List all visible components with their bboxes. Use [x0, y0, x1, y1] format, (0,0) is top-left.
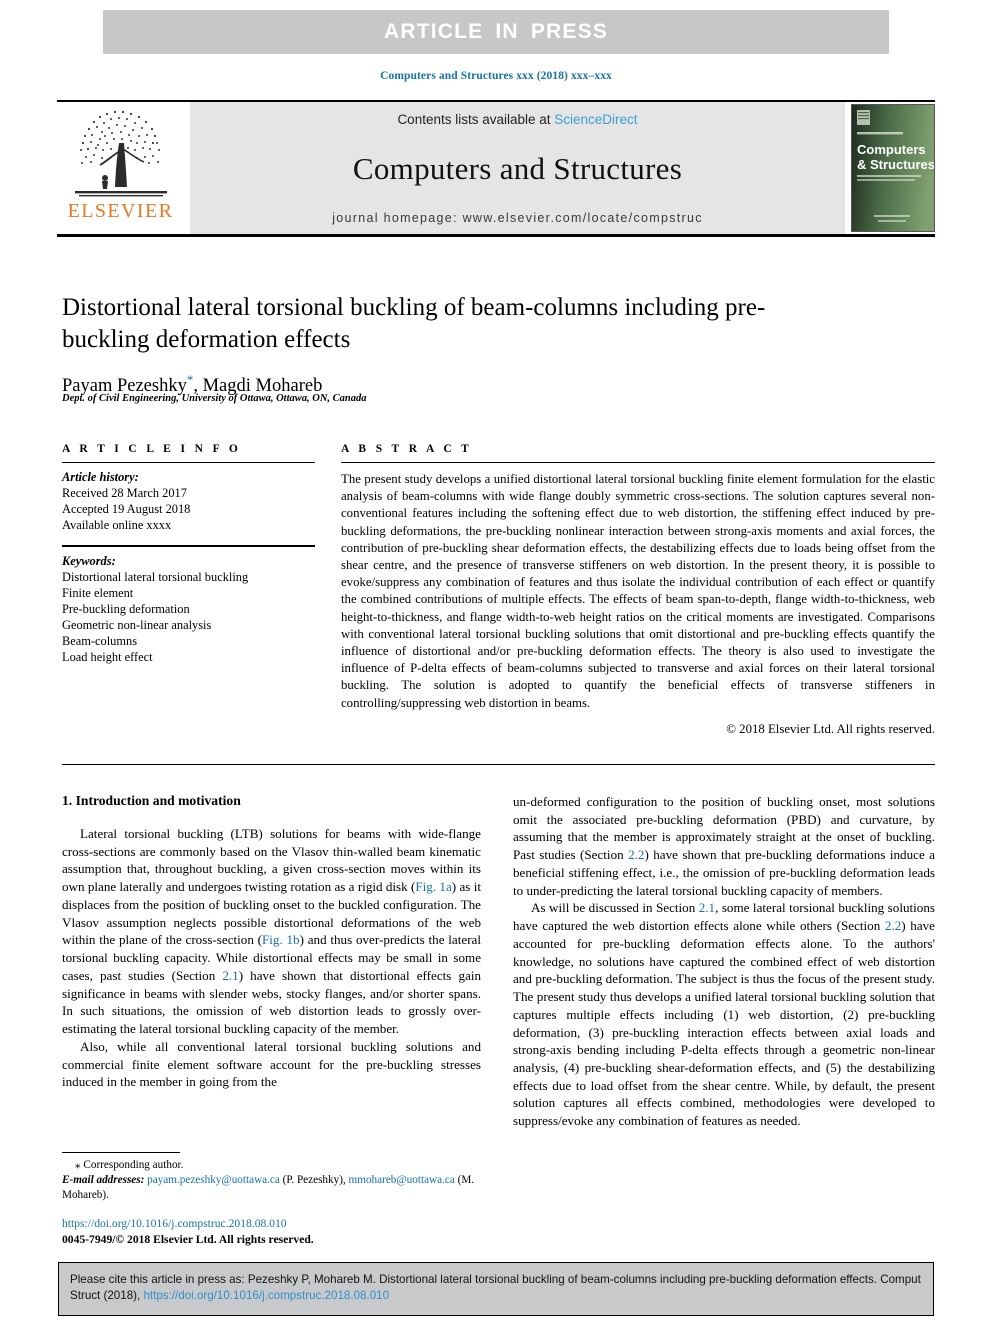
section-2-1-link[interactable]: 2.1 — [222, 968, 238, 983]
journal-cover-thumbnail: Computers & Structures — [851, 104, 935, 232]
intro-paragraph-4: As will be discussed in Section 2.1, som… — [513, 899, 935, 1130]
figure-1b-link[interactable]: Fig. 1b — [262, 932, 300, 947]
intro-p4-part-a: As will be discussed in Section — [531, 900, 699, 916]
keywords-label: Keywords: — [62, 553, 116, 568]
running-head: Computers and Structures xxx (2018) xxx–… — [380, 70, 612, 82]
keyword-item: Geometric non-linear analysis — [62, 618, 212, 632]
figure-1a-link[interactable]: Fig. 1a — [415, 879, 451, 894]
body-column-left: 1. Introduction and motivation Lateral t… — [62, 793, 481, 1091]
page-title: Distortional lateral torsional buckling … — [62, 294, 766, 353]
elsevier-tree-icon — [74, 110, 167, 197]
intro-paragraph-2: Also, while all conventional lateral tor… — [62, 1038, 481, 1090]
abstract-heading: A B S T R A C T — [341, 443, 473, 455]
cite-doi-link[interactable]: https://doi.org/10.1016/j.compstruc.2018… — [143, 1289, 389, 1302]
abstract-copyright: © 2018 Elsevier Ltd. All rights reserved… — [726, 721, 935, 736]
keywords-block: Keywords: Distortional lateral torsional… — [62, 553, 315, 666]
footnote-block: ⁎ Corresponding author. E-mail addresses… — [62, 1152, 481, 1203]
journal-title: Computers and Structures — [352, 151, 683, 186]
email-addresses-label: E-mail addresses: — [62, 1173, 145, 1186]
article-in-press-banner: ARTICLE IN PRESS — [103, 10, 889, 54]
svg-text:Computers: Computers — [857, 142, 926, 157]
keyword-item: Load height effect — [62, 650, 153, 665]
section-2-2-link[interactable]: 2.2 — [628, 847, 644, 862]
contents-available-line: Contents lists available at ScienceDirec… — [397, 112, 637, 127]
article-history-online: Available online xxxx — [62, 518, 172, 533]
keyword-item: Pre-buckling deformation — [62, 601, 190, 616]
article-info-divider-top — [62, 462, 315, 463]
elsevier-wordmark: ELSEVIER — [67, 200, 174, 222]
svg-text:& Structures: & Structures — [857, 157, 934, 172]
abstract-text: The present study develops a unified dis… — [341, 472, 935, 710]
doi-block: https://doi.org/10.1016/j.compstruc.2018… — [62, 1216, 492, 1247]
journal-cover-image: Computers & Structures — [852, 105, 934, 231]
journal-center-block: Contents lists available at ScienceDirec… — [190, 102, 845, 234]
intro-paragraph-3: un-deformed configuration to the positio… — [513, 793, 935, 899]
section-2-2-link[interactable]: 2.2 — [885, 918, 901, 933]
article-info-heading: A R T I C L E I N F O — [62, 443, 242, 455]
article-history-received: Received 28 March 2017 — [62, 486, 187, 501]
abstract-divider — [341, 462, 935, 463]
article-history-label: Article history: — [62, 470, 139, 484]
article-info-divider-mid — [62, 544, 315, 547]
article-in-press-label: ARTICLE IN PRESS — [383, 20, 609, 43]
corresponding-author-text: Corresponding author. — [83, 1159, 184, 1171]
section-2-1-link[interactable]: 2.1 — [699, 900, 715, 915]
intro-paragraph-1: Lateral torsional buckling (LTB) solutio… — [62, 825, 481, 1038]
issn-rights-line: 0045-7949/© 2018 Elsevier Ltd. All right… — [62, 1232, 314, 1246]
email-link-mohareb[interactable]: mmohareb@uottawa.ca — [349, 1174, 455, 1186]
journal-homepage-link[interactable]: journal homepage: www.elsevier.com/locat… — [332, 211, 703, 225]
cite-article-text: Please cite this article in press as: Pe… — [70, 1272, 922, 1305]
email-addresses-note: E-mail addresses: payam.pezeshky@uottawa… — [62, 1173, 481, 1203]
contents-prefix: Contents lists available at — [397, 112, 555, 127]
email-owner-pezeshky: (P. Pezeshky), — [279, 1173, 349, 1186]
cite-article-box: Please cite this article in press as: Pe… — [58, 1262, 934, 1316]
corresponding-author-note: ⁎ Corresponding author. — [62, 1158, 481, 1173]
section-heading-introduction: 1. Introduction and motivation — [62, 793, 241, 808]
keyword-item: Distortional lateral torsional buckling — [62, 569, 249, 584]
footnote-rule — [62, 1152, 180, 1153]
sciencedirect-link[interactable]: ScienceDirect — [554, 112, 637, 127]
email-link-pezeshky[interactable]: payam.pezeshky@uottawa.ca — [147, 1174, 280, 1186]
article-history-accepted: Accepted 19 August 2018 — [62, 502, 191, 517]
article-info-column: A R T I C L E I N F O Article history: R… — [62, 443, 315, 665]
author-affiliation: Dept. of Civil Engineering, University o… — [62, 393, 367, 404]
intro-p4-part-c: ) have accounted for pre-buckling deform… — [513, 918, 935, 1129]
body-column-right: un-deformed configuration to the positio… — [513, 793, 935, 1130]
doi-link[interactable]: https://doi.org/10.1016/j.compstruc.2018… — [62, 1216, 492, 1232]
abstract-column: A B S T R A C T The present study develo… — [341, 443, 935, 737]
journal-masthead: ELSEVIER Contents lists available at Sci… — [57, 100, 935, 237]
article-history-block: Article history: Received 28 March 2017 … — [62, 469, 315, 534]
elsevier-logo: ELSEVIER — [57, 102, 184, 234]
keyword-item: Beam-columns — [62, 634, 138, 649]
body-top-divider — [62, 764, 935, 765]
keyword-item: Finite element — [62, 585, 134, 600]
